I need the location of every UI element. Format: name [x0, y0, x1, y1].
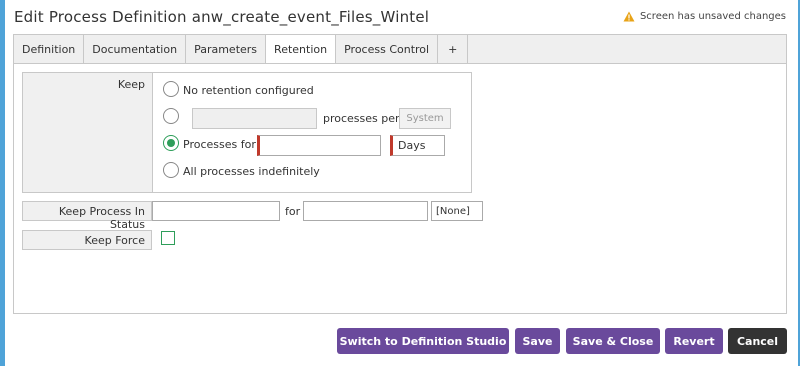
- save-button[interactable]: Save: [515, 328, 560, 354]
- keep-in-status-label: Keep Process In Status: [22, 201, 152, 231]
- tab-documentation[interactable]: Documentation: [84, 35, 187, 63]
- keep-in-status-input[interactable]: [152, 201, 280, 221]
- unsaved-notice: Screen has unsaved changes: [623, 11, 786, 22]
- unsaved-notice-text: Screen has unsaved changes: [639, 11, 786, 22]
- tab-bar: Definition Documentation Parameters Rete…: [13, 34, 787, 64]
- radio-processes-for[interactable]: [163, 135, 179, 151]
- keep-section: Keep No retention configured processes p…: [22, 72, 472, 193]
- days-unit-select[interactable]: Days: [390, 135, 445, 156]
- radio-all-indefinitely-label: All processes indefinitely: [183, 165, 320, 178]
- keep-force-label: Keep Force: [22, 230, 152, 250]
- cancel-button[interactable]: Cancel: [728, 328, 787, 354]
- processes-per-count-input[interactable]: [192, 108, 317, 129]
- left-accent-bar: [0, 0, 5, 366]
- radio-processes-per[interactable]: [163, 108, 179, 124]
- keep-in-status-for-input[interactable]: [303, 201, 428, 221]
- revert-button[interactable]: Revert: [665, 328, 723, 354]
- processes-for-label: Processes for: [183, 138, 256, 151]
- retention-panel: Keep No retention configured processes p…: [13, 63, 787, 314]
- page-title: Edit Process Definition anw_create_event…: [14, 8, 430, 26]
- radio-no-retention-label: No retention configured: [183, 84, 314, 97]
- switch-definition-studio-button[interactable]: Switch to Definition Studio: [337, 328, 509, 354]
- keep-in-status-unit[interactable]: [None]: [431, 201, 483, 221]
- radio-all-indefinitely[interactable]: [163, 162, 179, 178]
- tab-add[interactable]: +: [438, 35, 469, 63]
- keep-label: Keep: [23, 73, 153, 192]
- radio-no-retention[interactable]: [163, 81, 179, 97]
- per-system-button[interactable]: System: [399, 108, 451, 129]
- keep-force-checkbox[interactable]: [161, 231, 175, 245]
- save-close-button[interactable]: Save & Close: [566, 328, 660, 354]
- tab-definition[interactable]: Definition: [14, 35, 85, 63]
- warning-icon: [623, 11, 635, 22]
- tab-process-control[interactable]: Process Control: [336, 35, 439, 63]
- keep-in-status-for-label: for: [285, 205, 301, 218]
- tab-parameters[interactable]: Parameters: [186, 35, 267, 63]
- processes-per-label: processes per: [323, 112, 400, 125]
- tab-retention[interactable]: Retention: [266, 35, 337, 64]
- processes-for-input[interactable]: [257, 135, 381, 156]
